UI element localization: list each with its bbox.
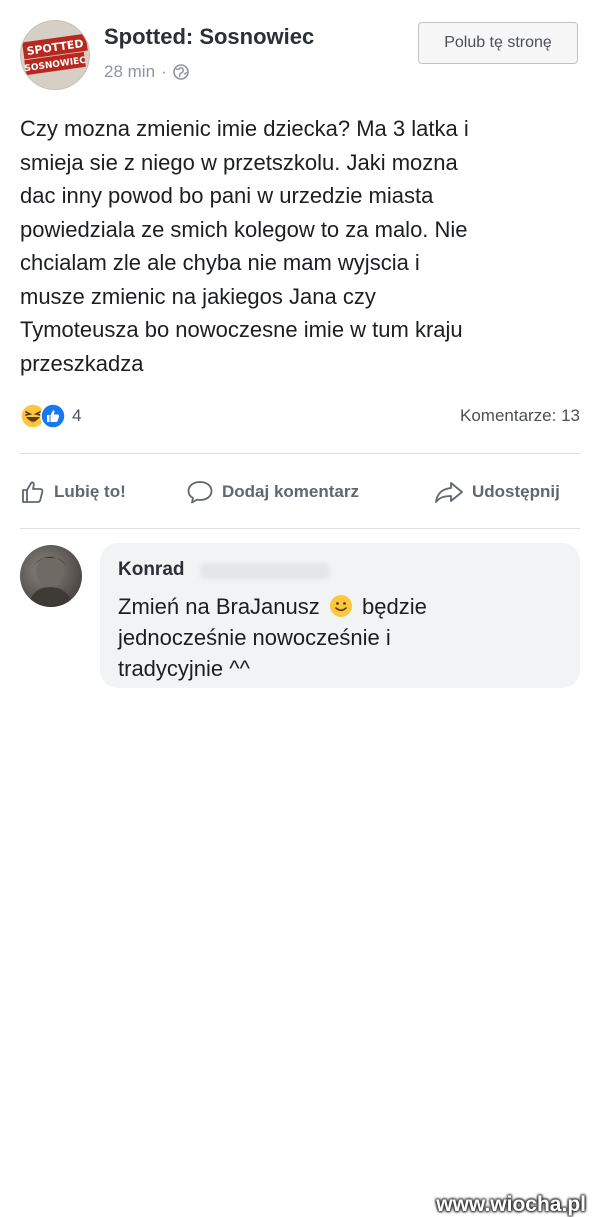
like-button[interactable]: Lubię to! bbox=[20, 474, 126, 510]
share-button[interactable]: Udostępnij bbox=[434, 474, 560, 510]
user-photo-icon bbox=[28, 555, 74, 607]
comment-bubble: Konrad Zmień na BraJanusz będzie jednocz… bbox=[100, 543, 580, 688]
comment-button[interactable]: Dodaj komentarz bbox=[186, 474, 359, 510]
smile-emoji-icon bbox=[329, 595, 352, 617]
post-text-line: smieja sie z niego w przetszkolu. Jaki m… bbox=[20, 149, 458, 175]
post-card: SPOTTED SOSNOWIEC Spotted: Sosnowiec 28 … bbox=[0, 0, 600, 535]
share-arrow-icon bbox=[435, 482, 463, 503]
post-meta: 28 min · bbox=[104, 62, 189, 82]
globe-icon bbox=[172, 64, 189, 80]
comment-bubble-icon bbox=[187, 481, 213, 504]
spotted-logo-icon: SPOTTED SOSNOWIEC bbox=[21, 21, 89, 89]
page-name[interactable]: Spotted: Sosnowiec bbox=[104, 24, 314, 50]
post-text-line: dac inny powod bo pani w urzedzie miasta bbox=[20, 183, 434, 208]
divider bbox=[20, 453, 580, 454]
comment-text: Zmień na BraJanusz będzie jednocześnie n… bbox=[118, 591, 568, 684]
thumbs-up-icon bbox=[22, 481, 44, 503]
share-label: Udostępnij bbox=[472, 482, 560, 501]
post-text-line: powiedziala ze smich kolegow to za malo.… bbox=[20, 216, 468, 242]
post-time[interactable]: 28 min bbox=[104, 62, 155, 82]
page-avatar[interactable]: SPOTTED SOSNOWIEC bbox=[20, 20, 90, 90]
comment-line: jednocześnie nowocześnie i bbox=[118, 625, 391, 650]
post-text-line: musze zmienic na jakiegos Jana czy bbox=[20, 283, 376, 309]
like-page-button[interactable]: Polub tę stronę bbox=[418, 22, 578, 64]
comment-line: Zmień na BraJanusz bbox=[118, 594, 320, 619]
meta-separator: · bbox=[161, 62, 167, 81]
watermark: www.wiocha.pl bbox=[436, 1193, 586, 1216]
commenter-avatar[interactable] bbox=[20, 545, 82, 607]
like-reaction-icon bbox=[40, 403, 66, 429]
comment-line: będzie bbox=[362, 594, 427, 619]
divider bbox=[20, 528, 580, 529]
comment-author[interactable]: Konrad bbox=[118, 559, 185, 581]
like-label: Lubię to! bbox=[54, 482, 126, 501]
post-body: Czy mozna zmienic imie dziecka? Ma 3 lat… bbox=[20, 112, 580, 380]
comments-count[interactable]: Komentarze: 13 bbox=[460, 406, 580, 426]
reaction-count: 4 bbox=[72, 406, 82, 425]
post-text-line: przeszkadza bbox=[20, 350, 144, 376]
comment-label: Dodaj komentarz bbox=[222, 482, 359, 501]
reactions-summary[interactable]: 4 bbox=[20, 401, 81, 431]
post-text-line: Tymoteusza bo nowoczesne imie w tum kraj… bbox=[20, 317, 463, 342]
author-surname-blurred bbox=[200, 563, 330, 579]
comment-line: tradycyjnie ^^ bbox=[118, 656, 250, 681]
post-text-line: chcialam zle ale chyba nie mam wyjscia i bbox=[20, 250, 420, 275]
post-text-line: Czy mozna zmienic imie dziecka? Ma 3 lat… bbox=[20, 116, 469, 141]
comment-section: Konrad Zmień na BraJanusz będzie jednocz… bbox=[0, 535, 600, 1216]
